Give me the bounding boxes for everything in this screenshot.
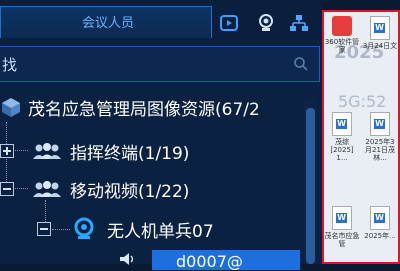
hierarchy-icon [290, 15, 308, 31]
webcam-icon [259, 14, 273, 31]
search-box [0, 46, 320, 83]
org-tree-button[interactable] [288, 12, 310, 34]
desktop-icon-label: 2025年3月21日茂林... [365, 138, 395, 162]
tree-item-label: 无人机单兵07 [107, 221, 214, 242]
loop-play-icon [220, 15, 238, 31]
desktop-icon[interactable]: 360软件管家 [324, 16, 360, 54]
camera-button[interactable] [255, 12, 277, 34]
tree-item-drone-unit[interactable]: 无人机单兵07 [37, 214, 214, 244]
search-icon[interactable] [293, 56, 309, 72]
tree-root-label: 茂名应急管理局图像资源(67/2 [28, 99, 260, 120]
switch-view-button[interactable] [218, 12, 240, 34]
desktop-icon-label: 3月24日文 [362, 42, 398, 50]
search-input[interactable] [0, 47, 284, 83]
word-doc-icon [332, 206, 352, 230]
desktop-top-strip [322, 0, 400, 10]
tree-item-label: 移动视频(1/22) [70, 181, 190, 202]
camera-device-icon [74, 217, 94, 239]
desktop-icon-label: 2025年... [364, 232, 396, 240]
tree-item-command-terminal[interactable]: 指挥终端(1/19) [0, 136, 189, 166]
desktop-icon-label: 360软件管家 [324, 38, 360, 54]
selected-tree-item[interactable]: d0007@ [152, 250, 300, 271]
desktop-icon[interactable]: 3月24日文 [362, 16, 398, 50]
desktop-icon-label: 茂综 [2025] 1... [330, 138, 354, 162]
selected-item-label: d0007@ [176, 252, 243, 271]
word-doc-icon [370, 16, 390, 40]
desktop-icon[interactable]: 茂名市应急管 [324, 206, 360, 248]
tree-root[interactable]: 茂名应急管理局图像资源(67/2 [0, 92, 260, 122]
group-users-icon [33, 143, 61, 159]
cube-icon [2, 98, 20, 117]
word-doc-icon [370, 206, 390, 230]
tab-bar: 会议人员 [0, 0, 322, 40]
desktop-icon-label: 茂名市应急管 [324, 232, 360, 248]
app-icon [332, 16, 352, 36]
desktop-icon[interactable]: 2025年... [362, 206, 398, 240]
tree-item-mobile-video[interactable]: 移动视频(1/22) [0, 174, 189, 204]
watermark-text: 5G:52 [338, 92, 387, 111]
group-users-icon [33, 181, 61, 197]
word-doc-icon [370, 112, 390, 136]
word-doc-icon [332, 112, 352, 136]
expand-toggle[interactable] [0, 144, 14, 158]
desktop-icon[interactable]: 2025年3月21日茂林... [362, 112, 398, 162]
desktop-preview[interactable]: 2025 5G:52 360软件管家 3月24日文 茂综 [2025] 1...… [322, 10, 400, 264]
collapse-toggle[interactable] [0, 182, 14, 196]
collapse-toggle[interactable] [37, 222, 51, 236]
resource-panel: 会议人员 找 茂名应急管理局图像资源(67/2 指挥终端(1/19) 移动视频(… [0, 0, 322, 271]
tab-meeting-members-label: 会议人员 [82, 16, 135, 31]
tree-item-label: 指挥终端(1/19) [70, 143, 190, 164]
scrollbar-thumb[interactable] [306, 108, 315, 264]
desktop-icon[interactable]: 茂综 [2025] 1... [324, 112, 360, 162]
